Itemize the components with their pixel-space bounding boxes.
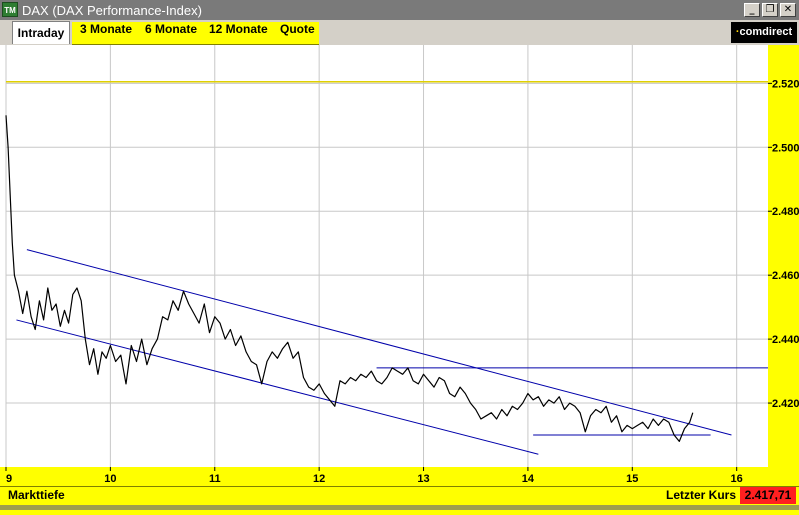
bottom-strip-yellow	[0, 510, 799, 515]
tab-intraday[interactable]: Intraday	[12, 21, 70, 44]
app-icon: TM	[2, 2, 18, 17]
tab-12-monate[interactable]: 12 Monate	[203, 22, 274, 45]
tab-strip: 3 Monate 6 Monate 12 Monate Quote	[72, 22, 319, 45]
chart-background	[0, 45, 799, 486]
y-tick-label: 2.500	[772, 142, 799, 154]
tab-6-monate[interactable]: 6 Monate	[139, 22, 203, 45]
logo-text: comdirect	[739, 26, 793, 38]
tab-3-monate[interactable]: 3 Monate	[74, 22, 138, 45]
last-price-label: Letzter Kurs	[666, 488, 737, 502]
close-button[interactable]: ✕	[780, 3, 796, 17]
y-axis-panel	[768, 45, 799, 486]
window-title: DAX (DAX Performance-Index)	[22, 3, 202, 18]
y-tick-label: 2.420	[772, 398, 799, 410]
y-tick-label: 2.520	[772, 78, 799, 90]
title-bar: TM DAX (DAX Performance-Index) _ ❐ ✕	[0, 0, 799, 20]
comdirect-logo[interactable]: ·comdirect	[731, 22, 797, 43]
y-tick-label: 2.480	[772, 206, 799, 218]
x-tick-label: 15	[626, 473, 638, 485]
x-tick-label: 13	[417, 473, 429, 485]
intraday-chart: 2.420 2.440 2.460 2.480 2.500 2.520 9 10 11 12 13…	[0, 45, 799, 486]
status-bar: Markttiefe Letzter Kurs 2.417,71	[0, 486, 799, 505]
x-tick-label: 16	[731, 473, 743, 485]
minimize-button[interactable]: _	[744, 3, 760, 17]
x-tick-label: 12	[313, 473, 325, 485]
restore-button[interactable]: ❐	[762, 3, 778, 17]
x-tick-label: 10	[104, 473, 116, 485]
x-tick-label: 11	[209, 473, 221, 485]
x-tick-label: 9	[6, 473, 12, 485]
y-tick-label: 2.460	[772, 270, 799, 282]
x-tick-label: 14	[522, 473, 535, 485]
last-price-value: 2.417,71	[740, 487, 796, 504]
markttiefe-link[interactable]: Markttiefe	[8, 488, 65, 502]
tab-quote[interactable]: Quote	[274, 22, 321, 45]
tab-bar: Intraday 3 Monate 6 Monate 12 Monate Quo…	[0, 20, 799, 45]
y-tick-label: 2.440	[772, 334, 799, 346]
x-axis-panel	[0, 467, 799, 486]
chart-svg: 2.420 2.440 2.460 2.480 2.500 2.520 9 10 11 12 13…	[0, 45, 799, 486]
